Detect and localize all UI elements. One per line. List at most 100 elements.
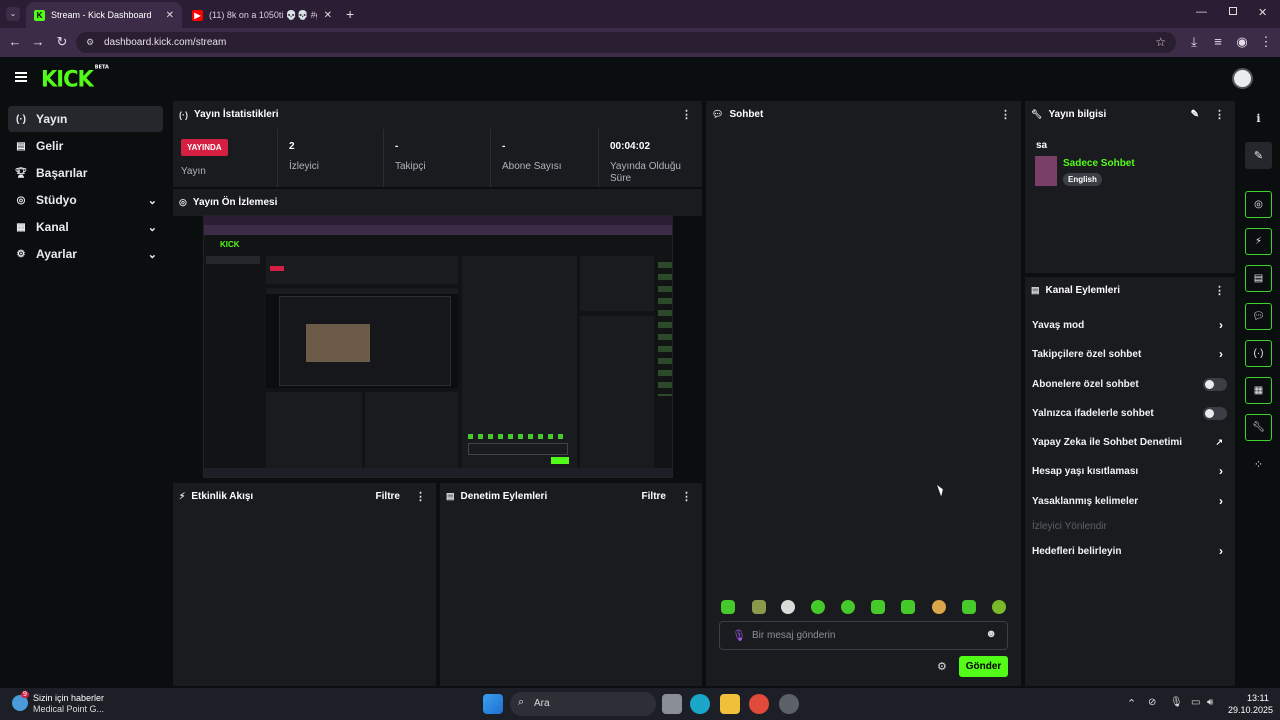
info-icon[interactable]: ℹ [1245, 105, 1272, 132]
chat-icon[interactable]: 💬︎ [1245, 303, 1272, 330]
maximize-icon[interactable] [1229, 7, 1237, 15]
kebab-menu-icon[interactable]: ⋮ [1000, 108, 1011, 121]
tray-chevron-icon[interactable]: ⌃ [1127, 697, 1136, 710]
kick-logo[interactable]: KICK BETA [41, 64, 109, 92]
subscribers-only-toggle[interactable] [1203, 377, 1227, 391]
emote-icon[interactable] [721, 600, 735, 614]
media-icon[interactable]: ≡ [1210, 34, 1226, 50]
task-view-icon[interactable] [662, 694, 682, 714]
emote-icon[interactable] [781, 600, 795, 614]
forward-icon[interactable]: → [30, 34, 46, 50]
user-avatar[interactable] [1232, 68, 1253, 89]
channel-icon[interactable]: ▦ [1245, 377, 1272, 404]
sidebar-item-gelir[interactable]: ▤ Gelir [8, 133, 163, 159]
minimize-icon[interactable]: — [1196, 6, 1207, 18]
send-button[interactable]: Gönder [959, 656, 1008, 677]
action-slow-mode[interactable]: Yavaş mod › [1025, 314, 1233, 336]
microphone-icon[interactable]: 🎙︎ [732, 629, 746, 642]
sidebar-item-yayin[interactable]: (·) Yayın [8, 106, 163, 132]
preview-toggle-icon[interactable]: ◎ [1245, 191, 1272, 218]
sidebar-item-kanal[interactable]: ▦ Kanal ⌄ [8, 214, 163, 240]
chat-settings-icon[interactable]: ⚙ [937, 660, 947, 673]
emote-icon[interactable] [962, 600, 976, 614]
action-label: Hedefleri belirleyin [1032, 545, 1122, 557]
emote-icon[interactable] [901, 600, 915, 614]
lightning-icon[interactable]: ⚡︎ [1245, 228, 1272, 255]
action-set-goals[interactable]: Hedefleri belirleyin › [1025, 540, 1233, 562]
new-tab-icon[interactable]: + [346, 6, 354, 22]
wrench-icon[interactable]: 🔧︎ [1245, 414, 1272, 441]
stat-value: 00:04:02 [610, 141, 651, 152]
document-icon[interactable]: ▤ [1245, 265, 1272, 292]
sidebar-item-label: Gelir [36, 139, 64, 153]
edit-icon[interactable]: ✎ [1245, 142, 1272, 169]
kebab-menu-icon[interactable]: ⋮ [415, 490, 426, 503]
download-icon[interactable]: ⤓ [1186, 34, 1202, 50]
chevron-right-icon: › [1219, 494, 1223, 508]
emote-icon[interactable] [841, 600, 855, 614]
emoji-icon[interactable]: ☻ [985, 628, 997, 640]
clock-date[interactable]: 29.10.2025 [1228, 705, 1273, 715]
close-tab-icon[interactable]: ✕ [166, 10, 174, 21]
action-ai-moderation[interactable]: Yapay Zeka ile Sohbet Denetimi ↗ [1025, 431, 1233, 453]
network-icon[interactable]: ⊘ [1148, 697, 1156, 708]
profile-icon[interactable]: ◉ [1234, 34, 1250, 50]
chevron-right-icon: › [1219, 318, 1223, 332]
action-label: Takipçilere özel sohbet [1032, 348, 1142, 360]
kebab-menu-icon[interactable]: ⋮ [1214, 108, 1225, 121]
filter-button[interactable]: Filtre [376, 491, 400, 502]
action-label: İzleyici Yönlendir [1032, 520, 1107, 532]
microphone-icon[interactable]: 🎙︎ [1170, 697, 1183, 708]
windows-start-icon[interactable] [483, 694, 503, 714]
bookmark-star-icon[interactable]: ☆ [1155, 32, 1166, 53]
menu-icon[interactable]: ⋮ [1258, 34, 1274, 50]
close-window-icon[interactable]: ✕ [1258, 6, 1267, 19]
sidebar-item-studyo[interactable]: ◎ Stüdyo ⌄ [8, 187, 163, 213]
preview-video[interactable]: KICK [203, 215, 673, 478]
emote-icon[interactable] [932, 600, 946, 614]
chrome-icon[interactable] [749, 694, 769, 714]
edge-icon[interactable] [690, 694, 710, 714]
emote-icon[interactable] [992, 600, 1006, 614]
news-title[interactable]: Sizin için haberler [33, 693, 104, 703]
activity-feed-panel: ⚡︎ Etkinlik Akışı Filtre ⋮ [173, 483, 436, 686]
kebab-menu-icon[interactable]: ⋮ [681, 108, 692, 121]
taskbar-search[interactable]: ⌕ Ara [510, 692, 656, 716]
app-icon[interactable] [779, 694, 799, 714]
site-info-icon[interactable]: ⚙ [86, 32, 94, 53]
chat-icon: 💬︎ [712, 109, 724, 119]
action-account-age[interactable]: Hesap yaşı kısıtlaması › [1025, 460, 1233, 482]
action-banned-words[interactable]: Yasaklanmış kelimeler › [1025, 490, 1233, 512]
display-icon[interactable]: ▭ [1191, 697, 1200, 708]
url-field[interactable]: ⚙ dashboard.kick.com/stream ☆ [76, 32, 1176, 53]
tab-youtube[interactable]: ▶ (11) 8k on a 1050ti 💀💀 #gan ✕ [184, 2, 340, 28]
action-followers-only[interactable]: Takipçilere özel sohbet › [1025, 343, 1233, 365]
kebab-menu-icon[interactable]: ⋮ [1214, 284, 1225, 297]
sidebar-item-ayarlar[interactable]: ⚙ Ayarlar ⌄ [8, 241, 163, 267]
lightning-icon: ⚡︎ [179, 491, 186, 501]
logo-text: KICK [41, 66, 94, 92]
tab-kick-dashboard[interactable]: K Stream - Kick Dashboard ✕ [26, 2, 182, 28]
file-explorer-icon[interactable] [720, 694, 740, 714]
hamburger-menu-icon[interactable] [15, 72, 27, 82]
emote-icon[interactable] [811, 600, 825, 614]
broadcast-icon[interactable]: (·) [1245, 340, 1272, 367]
category-name[interactable]: Sadece Sohbet [1063, 158, 1135, 169]
chat-input[interactable]: 🎙︎ Bir mesaj gönderin ☻ [719, 621, 1008, 650]
back-icon[interactable]: ← [7, 34, 23, 50]
close-tab-icon[interactable]: ✕ [324, 10, 332, 21]
kebab-menu-icon[interactable]: ⋮ [681, 490, 692, 503]
action-label: Yasaklanmış kelimeler [1032, 495, 1139, 507]
emote-icon[interactable] [752, 600, 766, 614]
app-header [0, 57, 1280, 99]
reload-icon[interactable]: ↻ [54, 34, 70, 50]
emotes-only-toggle[interactable] [1203, 406, 1227, 420]
filter-button[interactable]: Filtre [642, 491, 666, 502]
emote-icon[interactable] [871, 600, 885, 614]
clock-time[interactable]: 13:11 [1247, 693, 1269, 703]
layout-icon[interactable]: ⁘ [1245, 451, 1272, 478]
edit-icon[interactable]: ✎ [1191, 109, 1199, 120]
tab-list-icon[interactable]: ⌄ [6, 7, 20, 21]
sidebar-item-basarilar[interactable]: 🏆︎ Başarılar [8, 160, 163, 186]
volume-icon[interactable]: 🔊︎ [1207, 697, 1213, 708]
